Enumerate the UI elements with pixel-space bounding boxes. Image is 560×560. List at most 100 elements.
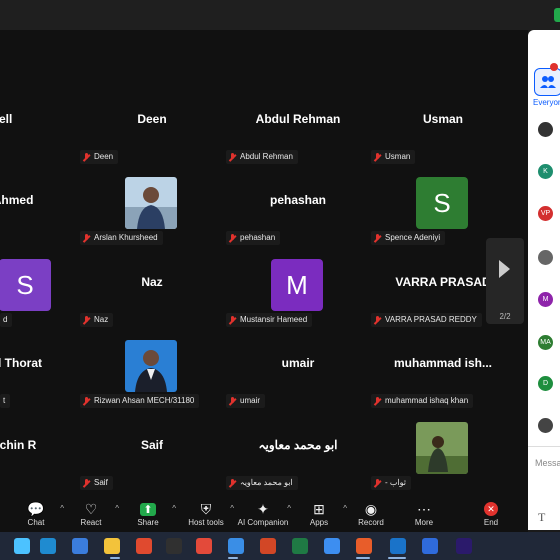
participant-list-avatar[interactable]: [538, 250, 553, 265]
participant-tile[interactable]: muhammad ish... muhammad ishaq khan: [371, 334, 515, 412]
windows-icon[interactable]: [14, 538, 30, 554]
status-indicator: [554, 8, 560, 22]
participant-name-display: Saif: [140, 438, 163, 452]
after-effects-icon[interactable]: [456, 538, 472, 554]
outlook-icon[interactable]: [390, 538, 406, 554]
ai-companion-button[interactable]: ✦ AI Companion ^: [235, 500, 291, 530]
apps-button[interactable]: ⊞ Apps ^: [291, 500, 347, 530]
zoom-active-icon[interactable]: [356, 538, 372, 554]
participant-name-display: Abdul Rehman: [255, 112, 341, 126]
participant-tile[interactable]: Usman Usman: [371, 90, 515, 168]
mic-muted-icon: [374, 478, 381, 488]
participant-label: Spence Adeniyi: [371, 231, 446, 245]
mic-muted-icon: [83, 396, 90, 406]
store-icon[interactable]: [72, 538, 88, 554]
edge-icon[interactable]: [40, 538, 56, 554]
mic-muted-icon: [229, 315, 236, 325]
mic-muted-icon: [374, 315, 381, 325]
chevron-up-icon[interactable]: ^: [172, 504, 176, 513]
toolbar-label: More: [414, 518, 434, 527]
chevron-right-icon: [499, 260, 510, 278]
participant-tile[interactable]: Rizwan Ahsan MECH/31180: [80, 334, 224, 412]
participant-video-thumbnail: [125, 177, 177, 229]
participant-label: Abdul Rehman: [226, 150, 298, 164]
participant-tile[interactable]: Deen Deen: [80, 90, 224, 168]
participant-label: d: [0, 313, 13, 327]
window-title-bar: [0, 0, 560, 30]
record-icon: ◉: [364, 500, 378, 517]
participant-avatar: S: [0, 259, 51, 311]
participant-name-display: umair: [281, 356, 315, 370]
next-page-button[interactable]: 2/2: [486, 238, 524, 324]
mic-muted-icon: [83, 152, 90, 162]
participant-list-avatar[interactable]: MA: [538, 335, 553, 350]
host-tools-button[interactable]: ⛨ Host tools ^: [178, 500, 234, 530]
participant-tile[interactable]: pehashan pehashan: [226, 171, 370, 249]
participant-video-thumbnail: [125, 340, 177, 392]
more-button[interactable]: ⋯ More: [396, 500, 452, 530]
meeting-toolbar: 💬 Chat ^ ♡ React ^ ⬆ Share ^ ⛨ Host tools ^ ✦ AI Comp…: [0, 498, 528, 532]
end-icon: ✕: [463, 500, 519, 518]
participant-list-avatar[interactable]: M: [538, 292, 553, 307]
participants-side-panel: Everyone Messa T K VP M MA D: [528, 30, 560, 530]
notification-badge: [550, 63, 558, 71]
participant-tile[interactable]: chin R: [0, 416, 90, 494]
participant-label: Rizwan Ahsan MECH/31180: [80, 394, 200, 408]
excel-icon[interactable]: [292, 538, 308, 554]
dropbox-icon[interactable]: [422, 538, 438, 554]
participant-tile[interactable]: dell: [0, 90, 74, 168]
end-button[interactable]: ✕ End: [463, 500, 519, 530]
share-button[interactable]: ⬆ Share ^: [120, 500, 176, 530]
everyone-tab[interactable]: [534, 68, 560, 96]
page-indicator: 2/2: [499, 312, 511, 321]
mic-muted-icon: [83, 315, 90, 325]
participant-tile[interactable]: d Thorat t: [0, 334, 90, 412]
participant-tile[interactable]: Abdul Rehman Abdul Rehman: [226, 90, 370, 168]
participant-name-display: pehashan: [269, 193, 326, 207]
participant-tile[interactable]: - ثواب: [371, 416, 515, 494]
photos-icon[interactable]: [228, 538, 244, 554]
chrome-icon[interactable]: [196, 538, 212, 554]
toolbar-label: Apps: [309, 518, 329, 527]
participant-tile[interactable]: ابو محمد معاویہ ابو محمد معاویہ: [226, 416, 370, 494]
participant-label: Deen: [80, 150, 119, 164]
participant-tile[interactable]: Saif Saif: [80, 416, 224, 494]
chat-button[interactable]: 💬 Chat ^: [8, 500, 64, 530]
file-explorer-icon[interactable]: [104, 538, 120, 554]
record-button[interactable]: ◉ Record: [343, 500, 399, 530]
participant-name-display: l Ahmed: [0, 193, 34, 207]
text-format-icon[interactable]: T: [538, 510, 545, 525]
participant-name-display: ابو محمد معاویہ: [258, 438, 338, 452]
mic-muted-icon: [83, 478, 90, 488]
message-input[interactable]: Messa: [535, 458, 560, 468]
participant-tile[interactable]: Naz Naz: [80, 253, 224, 331]
participant-tile[interactable]: Arslan Khursheed: [80, 171, 224, 249]
participant-label: pehashan: [226, 231, 281, 245]
share-icon: ⬆: [120, 500, 176, 518]
chevron-up-icon[interactable]: ^: [115, 504, 119, 513]
participant-name-display: Deen: [137, 112, 167, 126]
participant-list-avatar[interactable]: [538, 418, 553, 433]
zoom-icon[interactable]: [324, 538, 340, 554]
participant-list-avatar[interactable]: K: [538, 164, 553, 179]
participant-list-avatar[interactable]: D: [538, 376, 553, 391]
chevron-up-icon[interactable]: ^: [230, 504, 234, 513]
mic-muted-icon: [229, 152, 236, 162]
everyone-tab-label: Everyone: [533, 98, 560, 107]
participant-tile[interactable]: M Mustansir Hameed: [226, 253, 370, 331]
participant-list-avatar[interactable]: [538, 122, 553, 137]
p6-icon[interactable]: [136, 538, 152, 554]
participant-tile[interactable]: l Ahmed: [0, 171, 82, 249]
powerpoint-icon[interactable]: [260, 538, 276, 554]
react-button[interactable]: ♡ React ^: [63, 500, 119, 530]
toolbar-label: AI Companion: [237, 518, 289, 527]
participant-list-avatar[interactable]: VP: [538, 206, 553, 221]
participant-name-display: Naz: [141, 275, 163, 289]
obs-icon[interactable]: [166, 538, 182, 554]
participant-label: t: [0, 394, 11, 408]
participant-label: ابو محمد معاویہ: [226, 476, 298, 490]
participant-tile[interactable]: umair umair: [226, 334, 370, 412]
participant-label: Saif: [80, 476, 113, 490]
group-chat-icon: [540, 76, 556, 88]
running-app-indicator: [228, 557, 238, 559]
